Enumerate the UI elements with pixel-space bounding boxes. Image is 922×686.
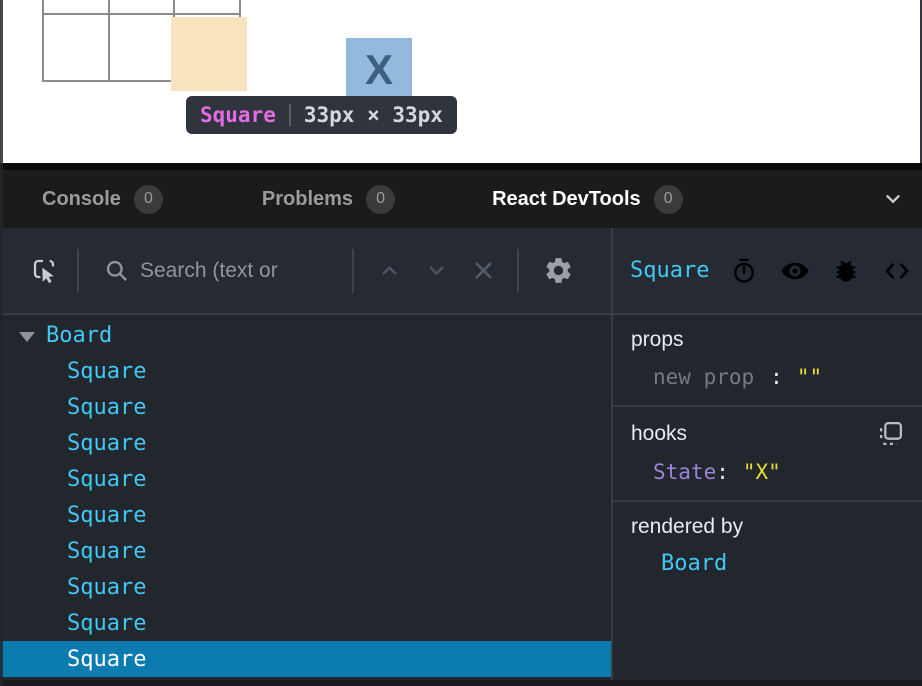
tree-item-square[interactable]: Square xyxy=(0,425,611,461)
tooltip-divider xyxy=(289,104,291,126)
inspected-element-details: props new prop : "" hooks Sta xyxy=(613,315,922,680)
inspect-dom-eye-icon[interactable] xyxy=(780,256,810,286)
log-to-console-bug-icon[interactable] xyxy=(832,257,860,285)
bottom-edge-strip xyxy=(0,680,922,686)
tree-item-square[interactable]: Square xyxy=(0,389,611,425)
toolbar-divider xyxy=(517,249,519,293)
rendered-by-section: rendered by Board xyxy=(613,502,922,592)
previous-result-icon[interactable] xyxy=(378,259,401,282)
tree-item-square[interactable]: Square xyxy=(0,533,611,569)
toolbar-divider xyxy=(352,249,354,293)
new-prop-input[interactable]: new prop xyxy=(653,365,754,389)
state-hook-label: State xyxy=(653,460,716,484)
tree-item-square[interactable]: Square xyxy=(0,461,611,497)
suspense-timer-icon[interactable] xyxy=(730,257,758,285)
react-devtools-toolbar: Square xyxy=(0,228,922,315)
tab-console[interactable]: Console 0 xyxy=(42,185,163,214)
console-count-badge: 0 xyxy=(134,185,163,214)
tree-item-label: Square xyxy=(67,539,146,564)
tree-item-square[interactable]: Square xyxy=(0,353,611,389)
props-section-title: props xyxy=(631,328,684,352)
devtools-content: Board Square Square Square Square Square… xyxy=(0,315,922,680)
problems-count-badge: 0 xyxy=(366,185,395,214)
left-edge-border xyxy=(0,0,3,686)
new-prop-row: new prop : "" xyxy=(631,365,904,389)
react-devtools-count-badge: 0 xyxy=(654,185,683,214)
page-viewport: X Square 33px × 33px xyxy=(0,0,922,163)
clear-search-icon[interactable] xyxy=(470,257,497,284)
tree-item-label: Square xyxy=(67,503,146,528)
tree-item-square-selected[interactable]: Square xyxy=(0,641,611,677)
rendered-by-title: rendered by xyxy=(631,515,743,538)
tree-item-label: Square xyxy=(67,647,146,672)
square-cell-value: X xyxy=(365,46,393,94)
inspect-highlight-padding: X xyxy=(171,17,247,91)
props-section: props new prop : "" xyxy=(613,315,922,407)
state-hook-row: State : "X" xyxy=(631,460,904,484)
hooks-section: hooks State : "X" xyxy=(613,407,922,502)
toolbar-divider xyxy=(77,249,79,293)
tree-item-board[interactable]: Board xyxy=(0,317,611,353)
parse-hook-names-icon[interactable] xyxy=(877,420,904,447)
tree-item-square[interactable]: Square xyxy=(0,569,611,605)
tree-item-label: Square xyxy=(67,395,146,420)
state-hook-value[interactable]: "X" xyxy=(743,460,781,484)
gear-icon[interactable] xyxy=(543,255,574,286)
highlighted-square-cell[interactable]: X xyxy=(346,38,412,102)
grid-line xyxy=(42,13,241,15)
search-input[interactable] xyxy=(140,259,352,283)
tooltip-dimensions: 33px × 33px xyxy=(304,103,443,127)
new-prop-value-input[interactable]: "" xyxy=(797,365,822,389)
tab-problems[interactable]: Problems 0 xyxy=(262,185,395,214)
tree-item-label: Square xyxy=(67,611,146,636)
tab-label: React DevTools xyxy=(492,188,641,211)
tree-item-label: Square xyxy=(67,431,146,456)
element-size-tooltip: Square 33px × 33px xyxy=(186,96,457,134)
inspected-component-name: Square xyxy=(630,258,709,283)
tree-item-label: Square xyxy=(67,359,146,384)
tooltip-component-name: Square xyxy=(200,103,276,127)
tree-item-label: Square xyxy=(67,467,146,492)
tab-label: Console xyxy=(42,188,121,211)
view-source-icon[interactable] xyxy=(882,256,912,286)
component-tree: Board Square Square Square Square Square… xyxy=(0,315,613,680)
devtools-top-gap xyxy=(0,163,922,170)
hooks-section-title: hooks xyxy=(631,422,687,446)
tree-item-label: Board xyxy=(46,323,112,348)
toolbar-inspected-element: Square xyxy=(613,228,922,313)
expander-triangle-icon[interactable] xyxy=(19,332,35,342)
tree-item-label: Square xyxy=(67,575,146,600)
tab-react-devtools[interactable]: React DevTools 0 xyxy=(492,185,683,214)
tree-item-square[interactable]: Square xyxy=(0,605,611,641)
separator: : xyxy=(770,365,783,389)
next-result-icon[interactable] xyxy=(425,259,448,282)
devtools-tab-bar: Console 0 Problems 0 React DevTools 0 xyxy=(0,170,922,228)
tree-item-square[interactable]: Square xyxy=(0,497,611,533)
inspect-element-icon[interactable] xyxy=(29,255,61,287)
chevron-down-icon[interactable] xyxy=(882,188,904,210)
search-icon xyxy=(103,257,130,284)
tab-label: Problems xyxy=(262,188,353,211)
separator: : xyxy=(716,460,729,484)
toolbar-tree-controls xyxy=(0,228,613,313)
rendered-by-board-link[interactable]: Board xyxy=(631,551,904,576)
